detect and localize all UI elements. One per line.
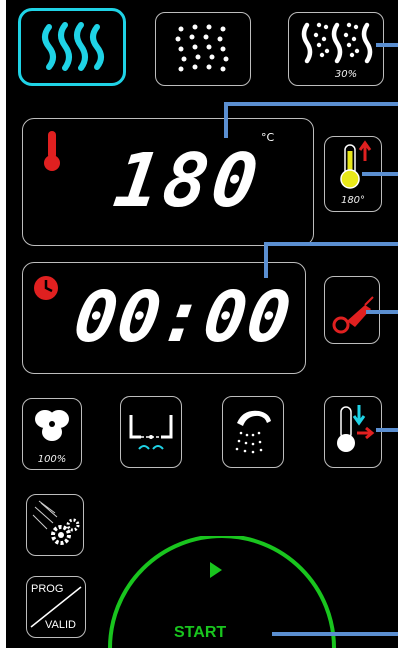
combi-mode-button[interactable]: 30%	[288, 12, 384, 86]
callout-temp-horizontal	[224, 102, 398, 106]
temperature-value: 180	[108, 138, 267, 224]
hand-shower-button[interactable]	[222, 396, 284, 468]
prog-label: PROG	[31, 583, 64, 595]
fan-speed-button[interactable]: 100%	[22, 398, 82, 470]
callout-temp-vertical	[224, 102, 228, 138]
clock-icon	[34, 276, 58, 300]
settings-gears-icon	[32, 500, 80, 545]
drain-valve-icon	[129, 415, 173, 450]
callout-core-probe	[366, 310, 398, 314]
steam-dots-icon	[175, 24, 229, 72]
callout-timer-horizontal	[264, 242, 398, 246]
cool-down-thermometer-icon	[337, 405, 375, 452]
temperature-unit: °C	[261, 131, 275, 144]
callout-cooldown	[376, 428, 398, 432]
fan-icon	[35, 410, 69, 441]
oven-control-panel: 30% 180 °C 180° 00:00 100% PROG VALID ST…	[6, 0, 398, 648]
program-validate-button[interactable]: PROG VALID	[26, 576, 86, 638]
convection-mode-button[interactable]	[18, 8, 126, 86]
settings-button[interactable]	[26, 494, 84, 556]
convection-heat-icon	[42, 22, 104, 71]
callout-combi	[376, 43, 398, 47]
hand-shower-icon	[235, 410, 271, 454]
thermometer-up-icon	[340, 140, 372, 189]
callout-temp-probe	[362, 172, 398, 176]
timer-display[interactable]: 00:00	[22, 262, 306, 374]
drain-button[interactable]	[120, 396, 182, 468]
timer-value: 00:00	[69, 276, 297, 358]
cooldown-button[interactable]	[324, 396, 382, 468]
fan-speed-label: 100%	[37, 454, 67, 465]
callout-timer-vertical	[264, 242, 268, 278]
humidity-percent-label: 30%	[334, 69, 358, 80]
play-icon	[210, 562, 222, 578]
start-label: START	[174, 624, 227, 641]
thermometer-icon	[44, 131, 60, 171]
callout-start	[272, 632, 398, 636]
probe-temperature-label: 180°	[340, 195, 366, 206]
steam-mode-button[interactable]	[155, 12, 251, 86]
valid-label: VALID	[45, 619, 76, 631]
temperature-display[interactable]: 180 °C	[22, 118, 314, 246]
